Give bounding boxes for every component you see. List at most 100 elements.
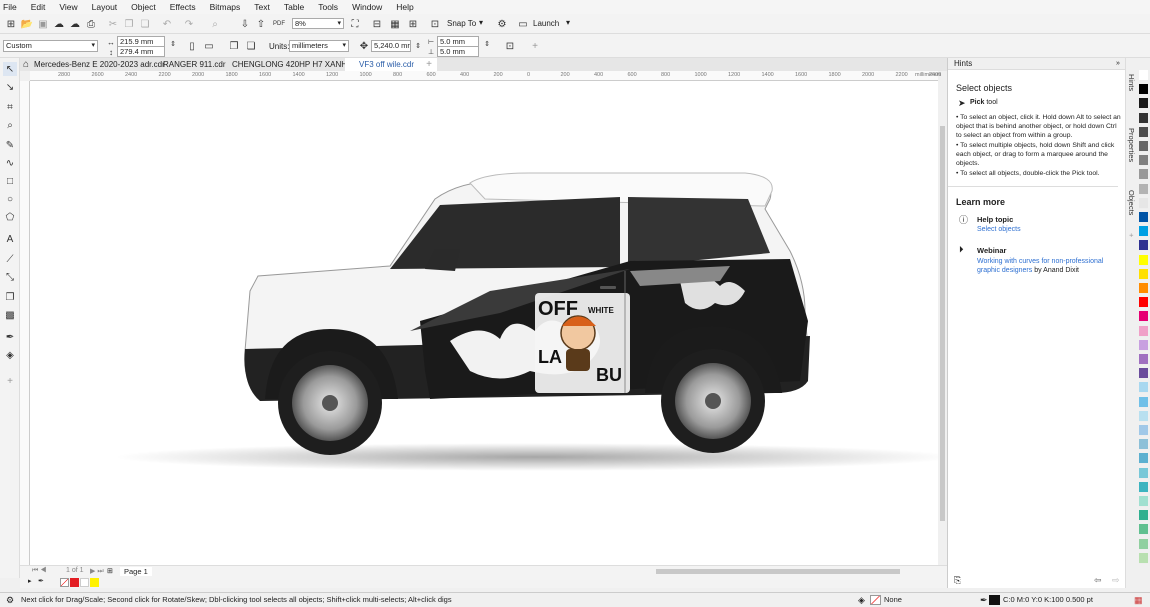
grid-icon[interactable]: ▦	[388, 17, 402, 31]
export-icon[interactable]: ⇧	[254, 17, 268, 31]
eyedropper-tool-icon[interactable]: ✒	[3, 330, 17, 344]
page-tab[interactable]: Page 1	[120, 567, 152, 576]
palette-arrow-icon[interactable]: ▸	[28, 577, 32, 585]
save-icon[interactable]: ▣	[36, 17, 50, 31]
add-icon[interactable]: +	[528, 39, 542, 53]
palette-swatch[interactable]	[1139, 84, 1148, 96]
palette-swatch[interactable]	[1139, 496, 1148, 507]
palette-swatch[interactable]	[1139, 524, 1148, 536]
add-tool-icon[interactable]: +	[3, 374, 17, 388]
tab-chenglong[interactable]: CHENGLONG 420HP H7 XANH.cdr	[218, 58, 360, 71]
new-document-icon[interactable]: ⊞	[4, 17, 18, 31]
palette-swatch[interactable]	[1139, 396, 1148, 408]
snap-to-dropdown[interactable]: Snap To	[447, 19, 476, 28]
crop-tool-icon[interactable]: ⌗	[3, 100, 17, 114]
palette-swatch[interactable]	[1139, 70, 1148, 81]
menu-item-effects[interactable]: Effects	[170, 2, 196, 12]
stepper-icon[interactable]: ⇕	[480, 37, 494, 51]
palette-swatch[interactable]	[1139, 552, 1148, 564]
zoom-tool-icon[interactable]: ⌕	[3, 118, 17, 132]
add-page-icon[interactable]: ⊞	[107, 567, 113, 575]
undo-icon[interactable]: ↶	[160, 17, 174, 31]
page-preset-select[interactable]: Custom	[3, 40, 98, 52]
palette-swatch[interactable]	[1139, 98, 1148, 110]
color-proof-icon[interactable]: ▦	[1134, 593, 1143, 607]
palette-swatch[interactable]	[1139, 453, 1148, 465]
palette-swatch[interactable]	[1139, 240, 1148, 252]
tab-mercedes[interactable]: Mercedes-Benz E 2020-2023 adr.cdr	[20, 58, 165, 71]
palette-swatch[interactable]	[1139, 141, 1148, 152]
zoom-level-select[interactable]: 8%	[292, 18, 344, 29]
forward-icon[interactable]: ⇨	[1112, 575, 1120, 586]
transparency-tool-icon[interactable]: ▩	[3, 308, 17, 322]
page-frame-icon[interactable]: ⊡	[503, 39, 517, 53]
palette-swatch[interactable]	[1139, 254, 1148, 266]
units-select[interactable]: millimeters	[289, 40, 349, 52]
palette-swatch[interactable]	[1139, 126, 1148, 138]
page-nav-arrows[interactable]: ⏮ ◀	[32, 567, 47, 575]
tab-objects[interactable]: Objects	[1127, 190, 1136, 215]
cut-icon[interactable]: ✂	[106, 17, 120, 31]
palette-swatch[interactable]	[1139, 226, 1148, 238]
menu-item-layout[interactable]: Layout	[92, 2, 118, 12]
no-color-swatch[interactable]	[60, 578, 69, 587]
gear-icon[interactable]: ⚙	[6, 593, 14, 607]
snap-icon[interactable]: ⊡	[428, 17, 442, 31]
tab-hints[interactable]: Hints	[1127, 74, 1136, 91]
guidelines-icon[interactable]: ⊞	[406, 17, 420, 31]
artistic-media-tool-icon[interactable]: ∿	[3, 156, 17, 170]
new-tab-icon[interactable]: +	[422, 58, 436, 71]
palette-swatch[interactable]	[1139, 538, 1148, 550]
connector-tool-icon[interactable]: ⤡	[3, 270, 17, 284]
current-page-icon[interactable]: ❏	[244, 39, 258, 53]
drop-shadow-tool-icon[interactable]: ❐	[3, 290, 17, 304]
palette-swatch[interactable]	[1139, 439, 1148, 451]
menu-item-tools[interactable]: Tools	[318, 2, 338, 12]
rectangle-tool-icon[interactable]: □	[3, 174, 17, 188]
cloud-upload-icon[interactable]: ☁	[52, 17, 66, 31]
menu-item-object[interactable]: Object	[131, 2, 156, 12]
chevron-down-icon[interactable]: ▾	[479, 18, 483, 27]
menu-item-help[interactable]: Help	[396, 2, 413, 12]
redo-icon[interactable]: ↷	[182, 17, 196, 31]
collapse-icon[interactable]: »	[1116, 60, 1120, 67]
stepper-icon[interactable]: ⇕	[411, 39, 425, 53]
palette-swatch[interactable]	[1139, 212, 1148, 223]
eyedropper-icon[interactable]: ✒	[38, 577, 44, 585]
palette-swatch[interactable]	[1139, 268, 1148, 280]
gear-icon[interactable]: ⚙	[495, 17, 509, 31]
stepper-icon[interactable]: ⇕	[166, 37, 180, 51]
palette-swatch[interactable]	[1139, 382, 1148, 394]
docker-options-icon[interactable]: ⎘	[954, 575, 961, 586]
palette-swatch[interactable]	[1139, 410, 1148, 422]
menu-item-table[interactable]: Table	[284, 2, 304, 12]
pdf-icon[interactable]: PDF	[272, 17, 286, 31]
outline-swatch[interactable]	[989, 595, 1000, 605]
vertical-scroll-thumb[interactable]	[940, 126, 945, 521]
duplicate-y-field[interactable]: 5.0 mm	[437, 46, 479, 57]
palette-swatch[interactable]	[1139, 325, 1148, 337]
palette-swatch[interactable]	[1139, 183, 1148, 195]
page-height-field[interactable]: 279.4 mm	[117, 46, 165, 57]
palette-swatch[interactable]	[1139, 197, 1148, 209]
palette-swatch[interactable]	[1139, 283, 1148, 294]
add-docker-icon[interactable]: +	[1127, 233, 1136, 237]
menu-item-edit[interactable]: Edit	[31, 2, 46, 12]
page-nav-forward-arrows[interactable]: ▶ ⏭	[90, 567, 104, 576]
text-tool-icon[interactable]: A	[3, 232, 17, 246]
palette-swatch[interactable]	[1139, 368, 1148, 380]
portrait-icon[interactable]: ▯	[185, 39, 199, 53]
paste-icon[interactable]: ❏	[138, 17, 152, 31]
shape-tool-icon[interactable]: ↘	[3, 80, 17, 94]
palette-swatch[interactable]	[1139, 311, 1148, 323]
vertical-ruler[interactable]	[20, 81, 30, 565]
open-icon[interactable]: 📂	[20, 17, 34, 31]
red-swatch[interactable]	[70, 578, 79, 587]
freehand-tool-icon[interactable]: ✎	[3, 138, 17, 152]
yellow-swatch[interactable]	[90, 578, 99, 587]
help-topic-link[interactable]: Select objects	[977, 226, 1021, 233]
full-screen-icon[interactable]: ⛶	[348, 17, 362, 31]
import-icon[interactable]: ⇩	[238, 17, 252, 31]
horizontal-ruler[interactable]: 2800 2600 2400 2200 2000 1800 1600 1400 1200 1000…	[30, 71, 941, 81]
ellipse-tool-icon[interactable]: ○	[3, 192, 17, 206]
